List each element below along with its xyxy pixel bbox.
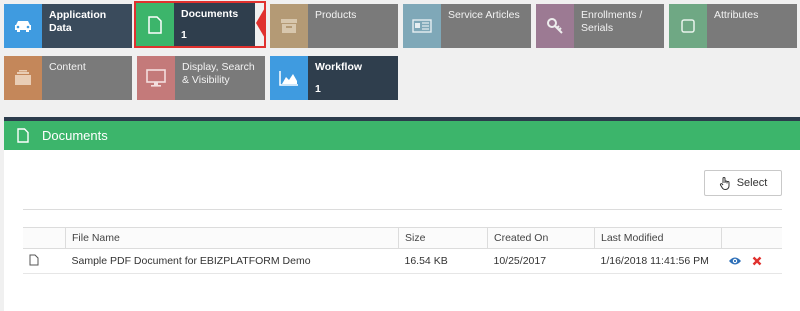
tile-display-search-visibility[interactable]: Display, Search & Visibility xyxy=(137,56,265,100)
document-icon xyxy=(148,15,162,34)
tile-attributes-label: Attributes xyxy=(714,9,759,21)
delete-icon[interactable] xyxy=(752,256,762,266)
tile-attributes-body: Attributes xyxy=(707,4,797,48)
tile-display-body: Display, Search & Visibility xyxy=(175,56,265,100)
tile-service-articles-body: Service Articles xyxy=(441,4,531,48)
table-header-row: File Name Size Created On Last Modified xyxy=(23,227,782,249)
tile-workflow-count: 1 xyxy=(315,83,321,95)
tile-application-data-icon-box xyxy=(4,4,42,48)
divider xyxy=(23,209,782,210)
select-button[interactable]: Select xyxy=(704,170,782,196)
tile-attributes-icon-box xyxy=(669,4,707,48)
header-icon-col xyxy=(23,227,66,249)
tile-content-icon-box xyxy=(4,56,42,100)
tile-workflow[interactable]: Workflow 1 xyxy=(270,56,398,100)
tile-display-label: Display, Search & Visibility xyxy=(182,61,255,86)
table-row: Sample PDF Document for EBIZPLATFORM Dem… xyxy=(23,248,782,274)
header-file-name[interactable]: File Name xyxy=(65,227,399,249)
header-created-on[interactable]: Created On xyxy=(487,227,595,249)
tile-service-articles-icon-box xyxy=(403,4,441,48)
box-icon xyxy=(281,19,297,33)
tile-documents-body: Documents 1 xyxy=(174,3,255,46)
tile-service-articles-label: Service Articles xyxy=(448,9,520,21)
selected-tile-arrow xyxy=(256,6,266,40)
file-icon xyxy=(29,254,39,265)
tile-products-icon-box xyxy=(270,4,308,48)
header-last-modified[interactable]: Last Modified xyxy=(594,227,722,249)
tile-application-data-body: Application Data xyxy=(42,4,132,48)
panel-header: Documents xyxy=(4,121,800,150)
content-icon xyxy=(15,70,31,85)
tile-attributes[interactable]: Attributes xyxy=(669,4,797,48)
tile-enrollments-body: Enrollments / Serials xyxy=(574,4,664,48)
row-created-on: 10/25/2017 xyxy=(487,248,595,274)
row-last-modified: 1/16/2018 11:41:56 PM xyxy=(594,248,722,274)
eye-icon[interactable] xyxy=(728,256,742,266)
tile-workflow-icon-box xyxy=(270,56,308,100)
tile-products-body: Products xyxy=(308,4,398,48)
tile-application-data-label: Application Data xyxy=(49,9,107,34)
row-file-name[interactable]: Sample PDF Document for EBIZPLATFORM Dem… xyxy=(65,248,399,274)
tile-documents-count: 1 xyxy=(181,29,187,41)
header-size[interactable]: Size xyxy=(398,227,488,249)
row-actions xyxy=(728,256,777,266)
square-icon xyxy=(681,19,695,33)
header-actions xyxy=(721,227,782,249)
tile-service-articles[interactable]: Service Articles xyxy=(403,4,531,48)
tile-enrollments-icon-box xyxy=(536,4,574,48)
row-actions-cell xyxy=(721,248,782,274)
tile-application-data[interactable]: Application Data xyxy=(4,4,132,48)
tile-content-body: Content xyxy=(42,56,132,100)
monitor-icon xyxy=(146,69,166,87)
tile-enrollments-serials[interactable]: Enrollments / Serials xyxy=(536,4,664,48)
car-icon xyxy=(15,21,31,32)
tile-content[interactable]: Content xyxy=(4,56,132,100)
document-icon xyxy=(17,128,29,143)
documents-panel: Documents Select File Name Size Created … xyxy=(4,117,800,311)
tile-documents-icon-box xyxy=(136,3,174,46)
row-size: 16.54 KB xyxy=(398,248,488,274)
documents-table: File Name Size Created On Last Modified … xyxy=(23,227,782,274)
tile-workflow-body: Workflow 1 xyxy=(308,56,398,100)
tile-products-label: Products xyxy=(315,9,357,21)
row-file-icon-cell xyxy=(23,248,66,274)
tile-display-icon-box xyxy=(137,56,175,100)
tile-products[interactable]: Products xyxy=(270,4,398,48)
article-card-icon xyxy=(412,19,432,33)
tile-workflow-label: Workflow xyxy=(315,61,363,73)
panel-title: Documents xyxy=(42,128,108,143)
tile-enrollments-label: Enrollments / Serials xyxy=(581,9,643,34)
panel-header-icon-wrap xyxy=(4,128,42,143)
chart-area-icon xyxy=(279,71,298,86)
tile-content-label: Content xyxy=(49,61,86,73)
select-button-label: Select xyxy=(736,177,768,189)
key-icon xyxy=(547,18,563,34)
tile-documents-label: Documents xyxy=(181,8,239,20)
tile-documents[interactable]: Documents 1 xyxy=(136,3,255,47)
hand-pointer-icon xyxy=(719,176,730,190)
